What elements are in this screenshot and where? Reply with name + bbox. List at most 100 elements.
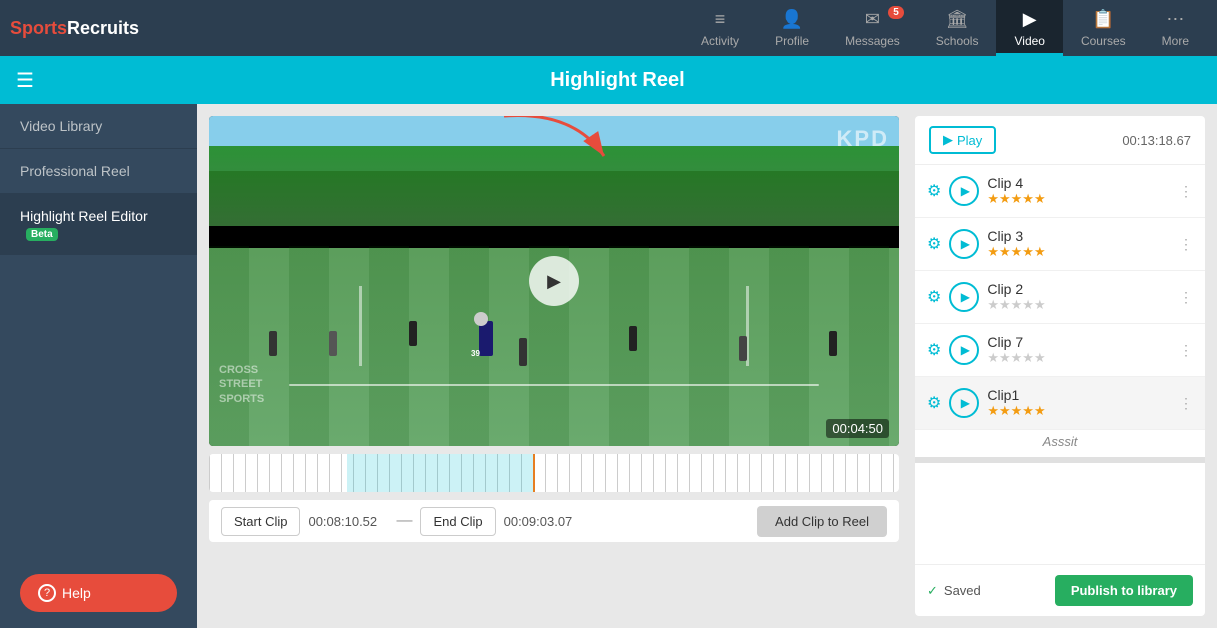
clip1-settings-icon[interactable]: ⚙ bbox=[927, 393, 941, 413]
courses-icon: 📋 bbox=[1092, 9, 1114, 30]
start-clip-button[interactable]: Start Clip bbox=[221, 507, 300, 536]
sidebar-video-library-label: Video Library bbox=[20, 118, 102, 134]
saved-indicator: ✓ Saved bbox=[927, 583, 981, 599]
nav-messages[interactable]: ✉ 5 Messages bbox=[827, 0, 918, 56]
clip3-play-icon: ▶ bbox=[961, 237, 970, 251]
nav-profile-label: Profile bbox=[775, 34, 809, 48]
watermark-bottom: CROSSSTREETSPORTS bbox=[219, 363, 264, 406]
help-circle-icon: ? bbox=[38, 584, 56, 602]
panel-play-button[interactable]: ▶ Play bbox=[929, 126, 996, 154]
sidebar-item-highlight-reel-editor[interactable]: Highlight Reel Editor Beta bbox=[0, 194, 197, 255]
page-title: Highlight Reel bbox=[34, 69, 1201, 92]
end-clip-button[interactable]: End Clip bbox=[420, 507, 495, 536]
panel-header: ▶ Play 00:13:18.67 bbox=[915, 116, 1205, 165]
clip4-drag-handle[interactable]: ⋮ bbox=[1179, 183, 1193, 200]
clip3-stars: ★★★★★ bbox=[987, 244, 1171, 260]
activity-icon: ≡ bbox=[715, 9, 726, 30]
timeline[interactable] bbox=[209, 454, 899, 492]
video-player[interactable]: 39 KPD CROSSSTREETSPORTS ▶ 00:04:50 bbox=[209, 116, 899, 446]
nav-more[interactable]: ⋯ More bbox=[1144, 0, 1207, 56]
clip-row-3: ⚙ ▶ Clip 3 ★★★★★ ⋮ bbox=[915, 218, 1205, 271]
panel-play-label: Play bbox=[957, 133, 982, 148]
clip2-info: Clip 2 ★★★★★ bbox=[987, 281, 1171, 313]
more-icon: ⋯ bbox=[1166, 9, 1184, 30]
top-navigation: SportsRecruits ≡ Activity 👤 Profile ✉ 5 … bbox=[0, 0, 1217, 56]
clip7-drag-handle[interactable]: ⋮ bbox=[1179, 342, 1193, 359]
end-time-value: 00:09:03.07 bbox=[504, 514, 584, 529]
clip4-stars: ★★★★★ bbox=[987, 191, 1171, 207]
clip1-play-button[interactable]: ▶ bbox=[949, 388, 979, 418]
total-time-display: 00:13:18.67 bbox=[1122, 133, 1191, 148]
scroll-indicator bbox=[915, 457, 1205, 463]
clip1-tag: Asssit bbox=[915, 430, 1205, 453]
nav-video-label: Video bbox=[1014, 34, 1044, 48]
nav-video[interactable]: ▶ Video bbox=[996, 0, 1062, 56]
help-button[interactable]: ? Help bbox=[20, 574, 177, 612]
clip1-play-icon: ▶ bbox=[961, 396, 970, 410]
content-area: 39 KPD CROSSSTREETSPORTS ▶ 00:04:50 bbox=[197, 104, 1217, 628]
clip7-play-icon: ▶ bbox=[961, 343, 970, 357]
controls-bar: Start Clip 00:08:10.52 — End Clip 00:09:… bbox=[209, 500, 899, 542]
logo-sports: Sports bbox=[10, 18, 67, 38]
clip4-name: Clip 4 bbox=[987, 175, 1171, 191]
clip4-info: Clip 4 ★★★★★ bbox=[987, 175, 1171, 207]
nav-activity-label: Activity bbox=[701, 34, 739, 48]
help-label: Help bbox=[62, 585, 91, 601]
clip2-settings-icon[interactable]: ⚙ bbox=[927, 287, 941, 307]
panel-footer: ✓ Saved Publish to library bbox=[915, 564, 1205, 616]
clip4-play-button[interactable]: ▶ bbox=[949, 176, 979, 206]
clip3-settings-icon[interactable]: ⚙ bbox=[927, 234, 941, 254]
saved-check-icon: ✓ bbox=[927, 583, 938, 599]
sidebar-highlight-reel-label: Highlight Reel Editor bbox=[20, 208, 148, 224]
clip-row-4: ⚙ ▶ Clip 4 ★★★★★ ⋮ bbox=[915, 165, 1205, 218]
menu-icon[interactable]: ☰ bbox=[16, 68, 34, 93]
video-icon: ▶ bbox=[1023, 9, 1037, 30]
clip2-drag-handle[interactable]: ⋮ bbox=[1179, 289, 1193, 306]
clip3-info: Clip 3 ★★★★★ bbox=[987, 228, 1171, 260]
main-layout: Video Library Professional Reel Highligh… bbox=[0, 104, 1217, 628]
clip-row-2: ⚙ ▶ Clip 2 ★★★★★ ⋮ bbox=[915, 271, 1205, 324]
nav-courses[interactable]: 📋 Courses bbox=[1063, 0, 1144, 56]
sidebar-professional-reel-label: Professional Reel bbox=[20, 163, 130, 179]
clip3-drag-handle[interactable]: ⋮ bbox=[1179, 236, 1193, 253]
nav-more-label: More bbox=[1162, 34, 1189, 48]
timeline-selection bbox=[347, 454, 533, 492]
clip4-settings-icon[interactable]: ⚙ bbox=[927, 181, 941, 201]
video-timestamp: 00:04:50 bbox=[826, 419, 889, 438]
video-play-button[interactable]: ▶ bbox=[529, 256, 579, 306]
clip7-play-button[interactable]: ▶ bbox=[949, 335, 979, 365]
timeline-playhead[interactable] bbox=[533, 454, 535, 492]
start-time-value: 00:08:10.52 bbox=[308, 514, 388, 529]
publish-button[interactable]: Publish to library bbox=[1055, 575, 1193, 606]
nav-courses-label: Courses bbox=[1081, 34, 1126, 48]
logo[interactable]: SportsRecruits bbox=[10, 18, 139, 39]
clip4-play-icon: ▶ bbox=[961, 184, 970, 198]
timeline-track bbox=[209, 454, 899, 492]
clip3-name: Clip 3 bbox=[987, 228, 1171, 244]
sub-header: ☰ Highlight Reel bbox=[0, 56, 1217, 104]
clip2-play-icon: ▶ bbox=[961, 290, 970, 304]
beta-badge: Beta bbox=[26, 228, 58, 241]
right-panel: ▶ Play 00:13:18.67 ⚙ ▶ Clip 4 ★★★★★ ⋮ bbox=[915, 116, 1205, 616]
clip1-drag-handle[interactable]: ⋮ bbox=[1179, 395, 1193, 412]
nav-profile[interactable]: 👤 Profile bbox=[757, 0, 827, 56]
panel-play-icon: ▶ bbox=[943, 132, 953, 148]
nav-messages-label: Messages bbox=[845, 34, 900, 48]
time-separator: — bbox=[396, 512, 412, 530]
messages-icon: ✉ bbox=[865, 9, 880, 30]
clips-list: ⚙ ▶ Clip 4 ★★★★★ ⋮ ⚙ ▶ bbox=[915, 165, 1205, 564]
sidebar-item-video-library[interactable]: Video Library bbox=[0, 104, 197, 149]
sidebar: Video Library Professional Reel Highligh… bbox=[0, 104, 197, 628]
profile-icon: 👤 bbox=[781, 9, 803, 30]
add-clip-button[interactable]: Add Clip to Reel bbox=[757, 506, 887, 537]
nav-activity[interactable]: ≡ Activity bbox=[683, 0, 757, 56]
clip2-play-button[interactable]: ▶ bbox=[949, 282, 979, 312]
clip7-settings-icon[interactable]: ⚙ bbox=[927, 340, 941, 360]
clip3-play-button[interactable]: ▶ bbox=[949, 229, 979, 259]
clip2-name: Clip 2 bbox=[987, 281, 1171, 297]
nav-schools-label: Schools bbox=[936, 34, 979, 48]
clip7-name: Clip 7 bbox=[987, 334, 1171, 350]
nav-schools[interactable]: 🏛 Schools bbox=[918, 0, 997, 56]
sidebar-item-professional-reel[interactable]: Professional Reel bbox=[0, 149, 197, 194]
logo-recruits: Recruits bbox=[67, 18, 139, 38]
